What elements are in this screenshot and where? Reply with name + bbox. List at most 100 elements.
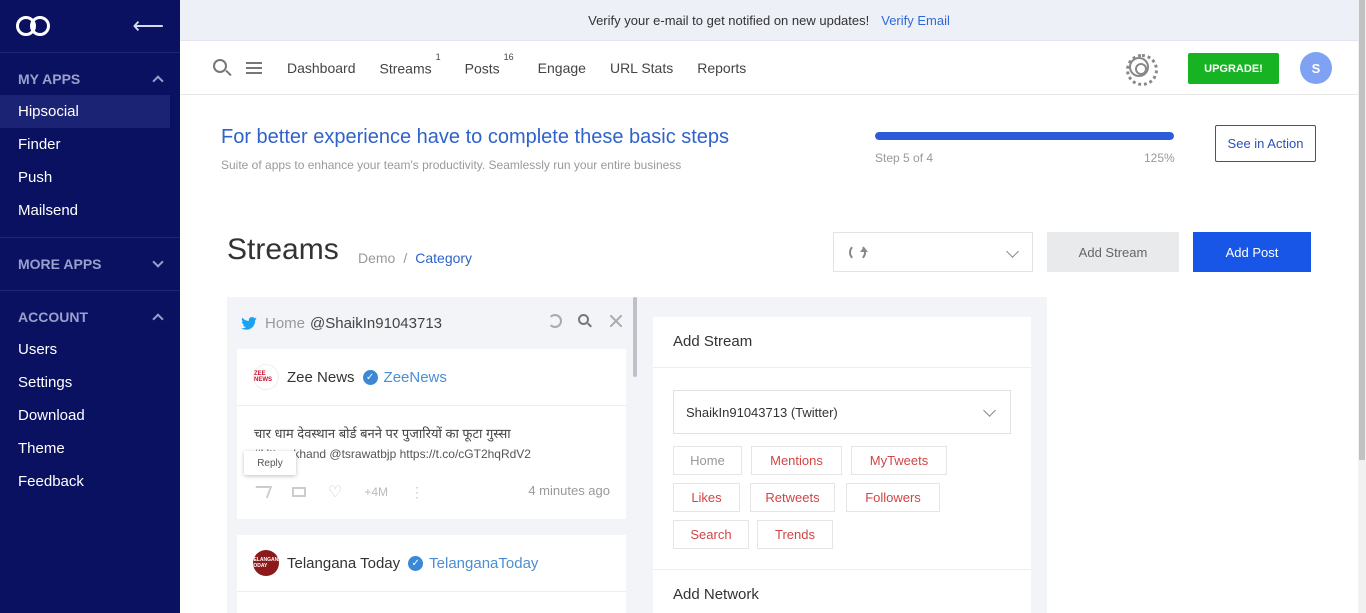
divider	[653, 569, 1031, 570]
tweet-time: 4 minutes ago	[528, 483, 610, 498]
more-icon[interactable]: ⋮	[410, 484, 424, 501]
breadcrumb: Demo / Category	[358, 250, 472, 266]
sidebar-item-hipsocial[interactable]: Hipsocial	[0, 95, 170, 128]
tweet-handle[interactable]: TelanganaToday	[429, 555, 538, 572]
top-navigation: Dashboard Streams1 Posts16 Engage URL St…	[180, 41, 1358, 95]
nav-posts[interactable]: Posts16	[464, 52, 514, 77]
sidebar-item-feedback[interactable]: Feedback	[0, 465, 170, 498]
avatar[interactable]: TELANGANA TODAY	[250, 550, 282, 576]
add-network-title: Add Network	[673, 586, 759, 603]
chip-followers[interactable]: Followers	[846, 483, 940, 512]
nav-reports[interactable]: Reports	[697, 60, 746, 76]
add-stream-panel: Add Stream ShaikIn91043713 (Twitter) Hom…	[653, 317, 1031, 613]
chip-mentions[interactable]: Mentions	[751, 446, 842, 475]
heart-icon[interactable]: ♡	[328, 482, 342, 502]
steps-progress-bar	[875, 132, 1174, 140]
nav-label: Posts	[464, 60, 500, 77]
reply-icon[interactable]	[251, 486, 273, 498]
scrollbar-thumb[interactable]	[1359, 0, 1365, 460]
account-select-value: ShaikIn91043713 (Twitter)	[686, 404, 838, 420]
chip-home[interactable]: Home	[673, 446, 742, 475]
count-value: 4M	[371, 485, 389, 499]
section-label: MORE APPS	[18, 256, 102, 272]
verify-email-banner: Verify your e-mail to get notified on ne…	[180, 0, 1358, 41]
verified-icon: ✓	[362, 369, 378, 385]
gear-icon[interactable]	[1126, 54, 1158, 86]
search-icon[interactable]	[213, 59, 232, 77]
tweet-card[interactable]: ZEE NEWS Zee News ✓ ZeeNews चार धाम देवस…	[237, 349, 626, 519]
collapse-sidebar-icon[interactable]: ⟵	[132, 15, 164, 37]
breadcrumb-demo[interactable]: Demo	[358, 250, 395, 266]
chip-retweets[interactable]: Retweets	[750, 483, 835, 512]
add-stream-button[interactable]: Add Stream	[1047, 232, 1179, 272]
nav-url-stats[interactable]: URL Stats	[610, 60, 673, 76]
nav-label: URL Stats	[609, 60, 674, 76]
nav-dashboard[interactable]: Dashboard	[287, 60, 356, 76]
upgrade-button[interactable]: UPGRADE!	[1188, 53, 1279, 84]
step-label: Step 5 of 4	[875, 151, 934, 165]
verified-icon: ✓	[408, 555, 424, 571]
breadcrumb-separator: /	[403, 250, 408, 266]
chevron-down-icon	[152, 256, 164, 268]
verify-email-link[interactable]: Verify Email	[881, 13, 950, 28]
nav-label: Engage	[537, 60, 586, 76]
refresh-icon[interactable]	[548, 314, 562, 328]
progress-fill	[875, 132, 1174, 140]
sidebar-item-mailsend[interactable]: Mailsend	[0, 194, 170, 227]
page-scrollbar[interactable]	[1358, 0, 1366, 613]
section-header-more-apps[interactable]: MORE APPS	[0, 252, 180, 276]
retweet-icon[interactable]	[292, 487, 306, 497]
nav-links: Dashboard Streams1 Posts16 Engage URL St…	[287, 41, 770, 95]
tweet-author[interactable]: Zee News	[287, 369, 355, 386]
sidebar-item-users[interactable]: Users	[0, 333, 170, 366]
page-title: Streams	[227, 233, 339, 266]
section-more-apps: MORE APPS	[0, 238, 180, 291]
nav-streams[interactable]: Streams1	[380, 52, 441, 77]
steps-title: For better experience have to complete t…	[221, 126, 730, 148]
account-select[interactable]: ShaikIn91043713 (Twitter)	[673, 390, 1011, 434]
follower-count[interactable]: + 4M	[364, 485, 388, 499]
tweet-author[interactable]: Telangana Today	[287, 555, 400, 572]
column-scrollbar[interactable]	[633, 297, 637, 377]
sidebar-item-download[interactable]: Download	[0, 399, 170, 432]
app-logo-icon[interactable]	[16, 16, 52, 36]
avatar[interactable]: S	[1300, 52, 1332, 84]
breadcrumb-category[interactable]: Category	[415, 250, 472, 266]
column-home-label: Home	[265, 314, 306, 332]
section-header-my-apps[interactable]: MY APPS	[0, 67, 180, 91]
close-icon[interactable]	[608, 314, 622, 328]
sidebar-item-theme[interactable]: Theme	[0, 432, 170, 465]
chip-likes[interactable]: Likes	[673, 483, 740, 512]
section-my-apps: MY APPS Hipsocial Finder Push Mailsend	[0, 53, 180, 238]
menu-icon[interactable]	[246, 62, 262, 74]
stream-select[interactable]	[833, 232, 1033, 272]
column-tools	[548, 314, 622, 328]
tweet-handle[interactable]: ZeeNews	[384, 369, 447, 386]
section-label: MY APPS	[18, 71, 81, 87]
refresh-icon	[849, 244, 868, 261]
see-in-action-button[interactable]: See in Action	[1215, 125, 1316, 162]
section-header-account[interactable]: ACCOUNT	[0, 305, 180, 329]
tweet-card[interactable]: TELANGANA TODAY Telangana Today ✓ Telang…	[237, 535, 626, 613]
section-account: ACCOUNT Users Settings Download Theme Fe…	[0, 291, 180, 508]
tweet-text-line: चार धाम देवस्थान बोर्ड बनने पर पुजारियों…	[254, 426, 511, 441]
steps-subtitle: Suite of apps to enhance your team's pro…	[221, 158, 682, 172]
nav-engage[interactable]: Engage	[538, 60, 586, 76]
add-post-button[interactable]: Add Post	[1193, 232, 1311, 272]
chip-search[interactable]: Search	[673, 520, 749, 549]
chevron-up-icon	[152, 313, 164, 325]
sidebar-item-push[interactable]: Push	[0, 161, 170, 194]
section-label: ACCOUNT	[18, 309, 88, 325]
search-icon[interactable]	[578, 314, 592, 328]
avatar[interactable]: ZEE NEWS	[253, 364, 279, 390]
nav-badge: 1	[435, 51, 441, 62]
nav-label: Reports	[697, 60, 747, 76]
panel-title: Add Stream	[673, 333, 753, 350]
sidebar-item-finder[interactable]: Finder	[0, 128, 170, 161]
sidebar-item-settings[interactable]: Settings	[0, 366, 170, 399]
chevron-down-icon	[983, 404, 996, 417]
chip-mytweets[interactable]: MyTweets	[851, 446, 947, 475]
step-percent: 125%	[1144, 151, 1175, 165]
chip-trends[interactable]: Trends	[757, 520, 833, 549]
banner-text: Verify your e-mail to get notified on ne…	[588, 12, 870, 28]
